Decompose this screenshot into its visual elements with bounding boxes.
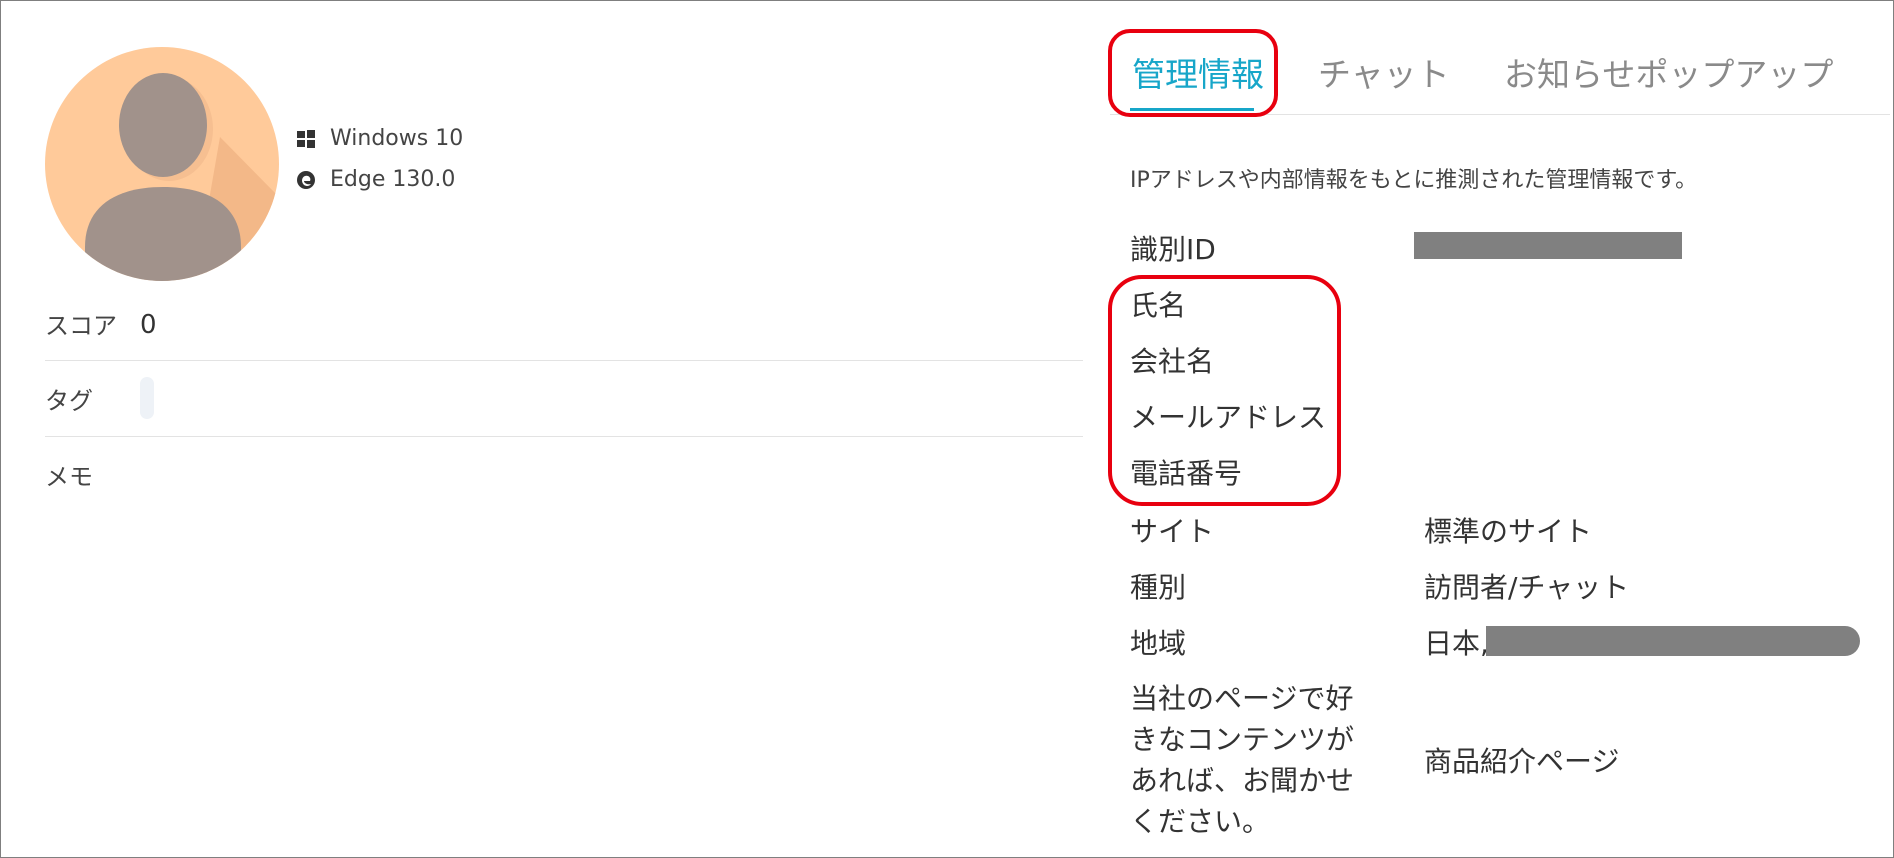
label-site: サイト <box>1130 515 1215 548</box>
value-site: 標準のサイト <box>1424 515 1593 548</box>
browser-name: Edge 130.0 <box>330 167 456 192</box>
redacted-identifier-id <box>1414 232 1682 259</box>
tab-management-info[interactable]: 管理情報 <box>1132 48 1264 96</box>
active-tab-indicator <box>1130 108 1254 111</box>
tags-label: タグ <box>45 387 93 415</box>
score-label: スコア <box>45 312 117 340</box>
label-region: 地域 <box>1130 627 1187 660</box>
score-value: 0 <box>140 310 157 340</box>
value-region: 日本, <box>1424 627 1489 660</box>
visitor-avatar <box>45 47 279 281</box>
tag-input[interactable] <box>140 377 154 419</box>
edge-icon <box>297 170 315 189</box>
os-name: Windows 10 <box>330 126 464 151</box>
score-row: スコア 0 <box>45 300 1083 361</box>
tab-bar: 管理情報 チャット お知らせポップアップ <box>1110 28 1890 115</box>
value-favorite-content: 商品紹介ページ <box>1424 745 1620 778</box>
windows-icon <box>297 129 315 148</box>
label-identifier-id: 識別ID <box>1130 233 1216 266</box>
label-email-address: メールアドレス <box>1130 401 1327 434</box>
browser-info: Edge 130.0 <box>296 167 455 192</box>
label-full-name: 氏名 <box>1130 289 1187 322</box>
label-company-name: 会社名 <box>1130 345 1215 378</box>
label-type: 種別 <box>1130 571 1187 604</box>
tab-notification-popup[interactable]: お知らせポップアップ <box>1504 48 1833 96</box>
tags-row: タグ <box>45 361 1083 437</box>
person-icon <box>85 73 279 281</box>
tab-chat[interactable]: チャット <box>1318 48 1450 96</box>
label-phone-number: 電話番号 <box>1130 457 1243 490</box>
memo-row: メモ <box>45 437 1083 497</box>
memo-label: メモ <box>45 463 93 491</box>
value-type: 訪問者/チャット <box>1424 571 1630 604</box>
management-description: IPアドレスや内部情報をもとに推測された管理情報です。 <box>1130 168 1698 193</box>
os-info: Windows 10 <box>296 126 463 151</box>
label-favorite-content-question: 当社のページで好きなコンテンツがあれば、お聞かせください。 <box>1130 682 1355 838</box>
redacted-region-detail <box>1486 626 1860 656</box>
